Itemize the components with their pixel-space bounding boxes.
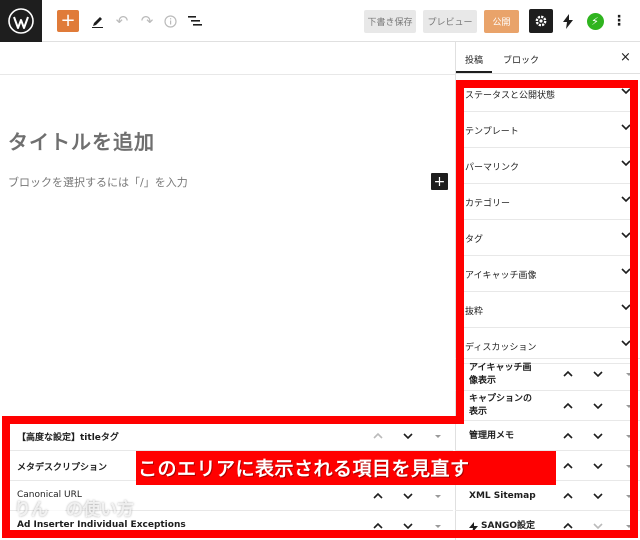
annotation-callout-text: このエリアに表示される項目を見直す <box>138 458 470 480</box>
site-watermark: りん の使い方 <box>14 500 134 520</box>
apple-logo-icon <box>49 501 65 517</box>
